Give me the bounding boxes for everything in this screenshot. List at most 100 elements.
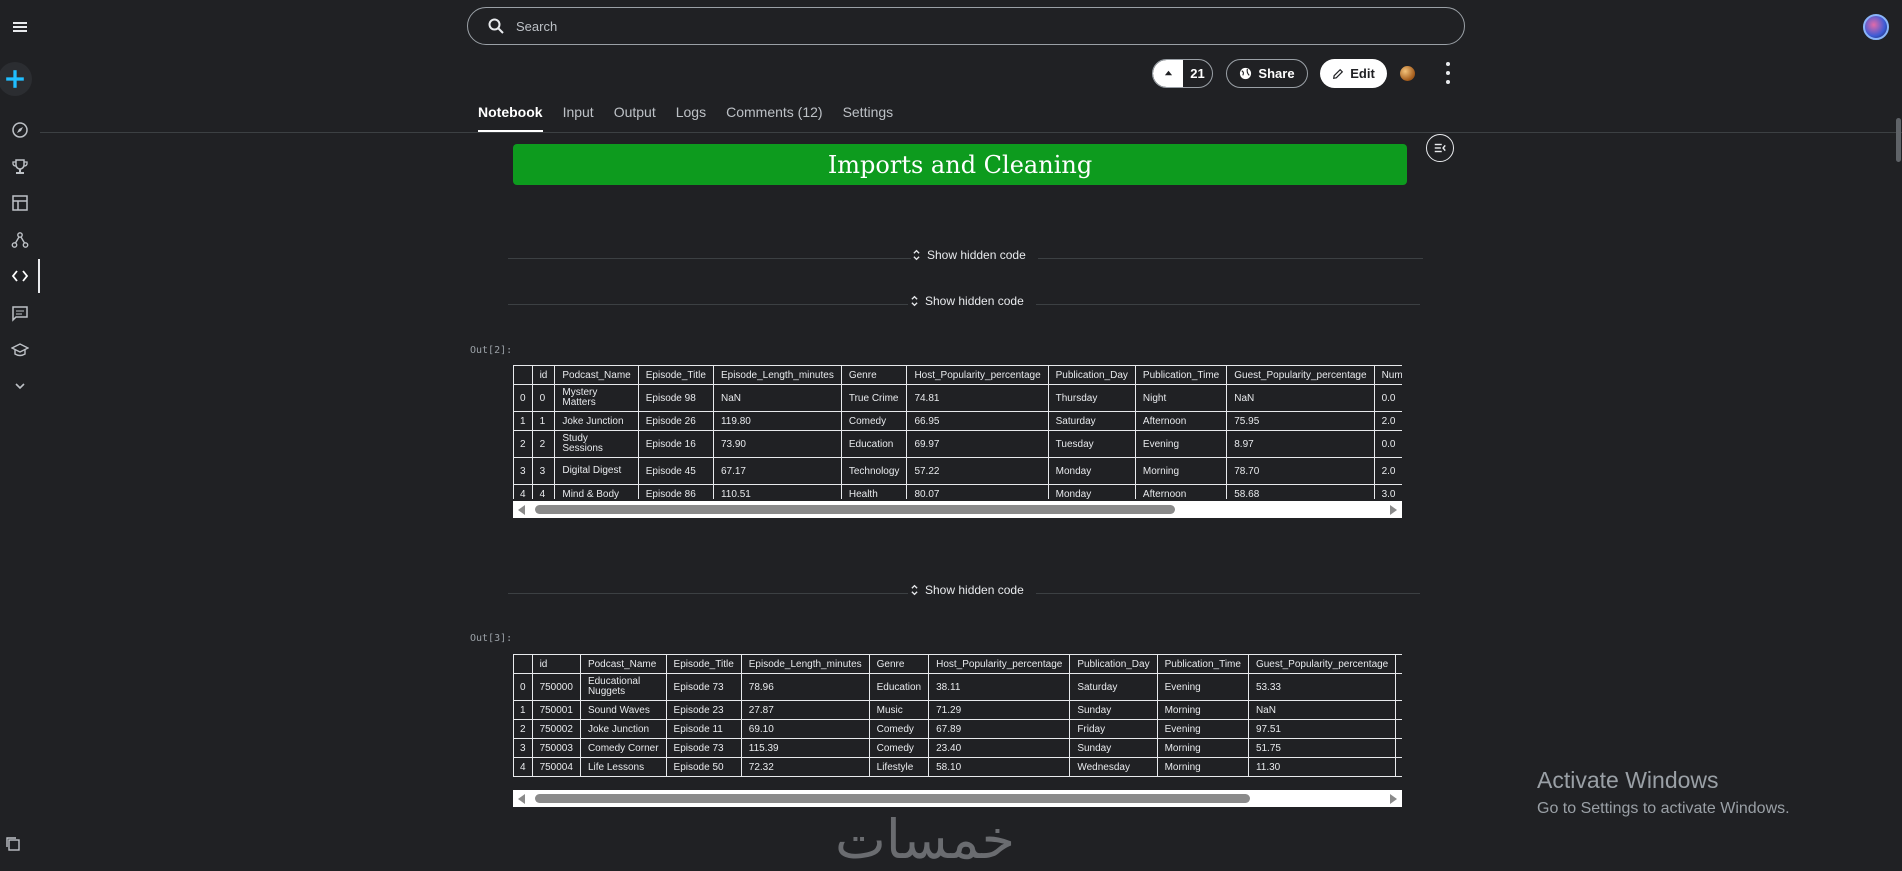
compass-icon[interactable] [0,114,40,146]
table-cell: Sunday [1069,700,1158,720]
table-cell: Education [840,430,908,458]
show-hidden-code-button[interactable]: Show hidden code [910,583,1024,597]
table-cell: 2 [1395,757,1402,777]
table-row: 3 750003 Comedy Corner Episode 73 115.39 Come… [513,738,1402,758]
table-cell: 110.51 [712,484,842,499]
table-cell: 8.97 [1226,430,1375,458]
active-indicator [38,259,40,293]
column-header: Episode_Length_minutes [740,654,870,674]
table-cell: Sunday [1069,738,1158,758]
table-cell: 0.0 [1373,384,1402,412]
menu-icon[interactable] [0,11,40,43]
scroll-thumb[interactable] [535,505,1175,514]
share-button[interactable]: Share [1226,59,1308,88]
row-index: 4 [513,484,533,499]
kernel-status-icon[interactable] [1400,66,1415,81]
table-cell: Episode 16 [637,430,714,458]
scroll-left-icon[interactable] [518,794,525,804]
toc-button[interactable] [1426,134,1454,162]
column-header: Guest_Popularity_percentage [1226,365,1375,385]
table-cell: 78.70 [1226,457,1375,485]
column-header: Publication_Day [1047,365,1136,385]
table-cell: 51.75 [1247,738,1397,758]
horizontal-scrollbar[interactable] [513,790,1402,807]
table-cell: Comedy [840,411,908,431]
show-hidden-code-button[interactable]: Show hidden code [912,248,1026,262]
tab-comments[interactable]: Comments (12) [726,104,822,132]
table-cell: Tuesday [1047,430,1136,458]
table-cell: Morning [1134,457,1228,485]
school-icon[interactable] [0,334,40,366]
table-cell: Life Lessons [579,757,667,777]
expand-icon [913,249,920,261]
table-cell: 71.29 [928,700,1071,720]
table-cell: Episode 45 [637,457,714,485]
tab-settings[interactable]: Settings [843,104,894,132]
trophy-icon[interactable] [0,151,40,183]
table-cell: 115.39 [740,738,870,758]
horizontal-scrollbar[interactable] [513,501,1402,518]
row-index: 1 [513,411,533,431]
table-cell: Episode 86 [637,484,714,499]
table-row: 4 4 Mind & Body Episode 86 110.51 Health 80.07… [513,484,1402,499]
table-row: 3 3 Digital Digest Episode 45 67.17 Technolog… [513,457,1402,485]
chevron-down-icon[interactable] [0,370,40,402]
table-cell: Afternoon [1134,411,1228,431]
tabs-divider [40,132,1902,133]
tab-logs[interactable]: Logs [676,104,706,132]
table-cell: 27.87 [740,700,870,720]
table-cell: 23.40 [928,738,1071,758]
search-input[interactable] [514,17,1418,35]
table-cell: 2 [1395,738,1402,758]
show-hidden-code-button[interactable]: Show hidden code [910,294,1024,308]
hidden-code-toggle: Show hidden code [508,294,1420,314]
table-cell: Monday [1047,457,1136,485]
column-header: Podcast_Name [579,654,667,674]
column-header: id [531,365,556,385]
pencil-icon [1333,68,1344,79]
table-cell: 750001 [531,700,581,720]
scroll-right-icon[interactable] [1390,794,1397,804]
tab-notebook[interactable]: Notebook [478,104,543,132]
row-index: 3 [513,738,533,758]
table-icon[interactable] [0,187,40,219]
table-cell: Monday [1047,484,1136,499]
tab-output[interactable]: Output [614,104,656,132]
code-icon[interactable] [0,260,40,292]
windows-activation-notice: Activate Windows Go to Settings to activ… [1537,767,1790,818]
expand-icon [911,295,918,307]
upvote-button[interactable]: 21 [1152,59,1213,88]
page-scrollbar[interactable] [1896,118,1901,162]
scroll-left-icon[interactable] [518,505,525,515]
table-cell: 67.89 [928,719,1071,739]
column-header: Episode_Title [665,654,742,674]
table-cell: 73.90 [712,430,842,458]
comments-icon[interactable] [0,297,40,329]
avatar[interactable] [1863,14,1889,40]
search-bar[interactable] [467,7,1465,45]
table-cell: Episode 73 [665,738,742,758]
dataframe-table: id Podcast_Name Episode_Title Episode_Lengt… [513,654,1402,777]
copy-icon[interactable] [4,835,22,853]
table-row: 0 750000 Educational Nuggets Episode 73 78.9… [513,673,1402,701]
table-cell: Afternoon [1134,484,1228,499]
table-cell: 97.51 [1247,719,1397,739]
upvote-icon [1153,60,1183,87]
column-header: Publication_Time [1134,365,1228,385]
tab-bar: Notebook Input Output Logs Comments (12)… [478,104,893,132]
dataframe-output: id Podcast_Name Episode_Title Episode_Lengt… [513,365,1402,499]
table-cell: 0 [1395,700,1402,720]
more-vert-icon[interactable] [1440,62,1456,84]
table-cell: Episode 73 [665,673,742,701]
row-index: 0 [513,673,533,701]
row-index: 2 [513,430,533,458]
table-cell: Study Sessions [554,430,639,458]
table-cell: Evening [1156,673,1249,701]
scroll-right-icon[interactable] [1390,505,1397,515]
edit-button[interactable]: Edit [1320,59,1387,88]
scroll-thumb[interactable] [535,794,1250,803]
create-button[interactable] [0,62,32,96]
tab-input[interactable]: Input [563,104,594,132]
table-cell: Morning [1156,738,1249,758]
models-icon[interactable] [0,224,40,256]
